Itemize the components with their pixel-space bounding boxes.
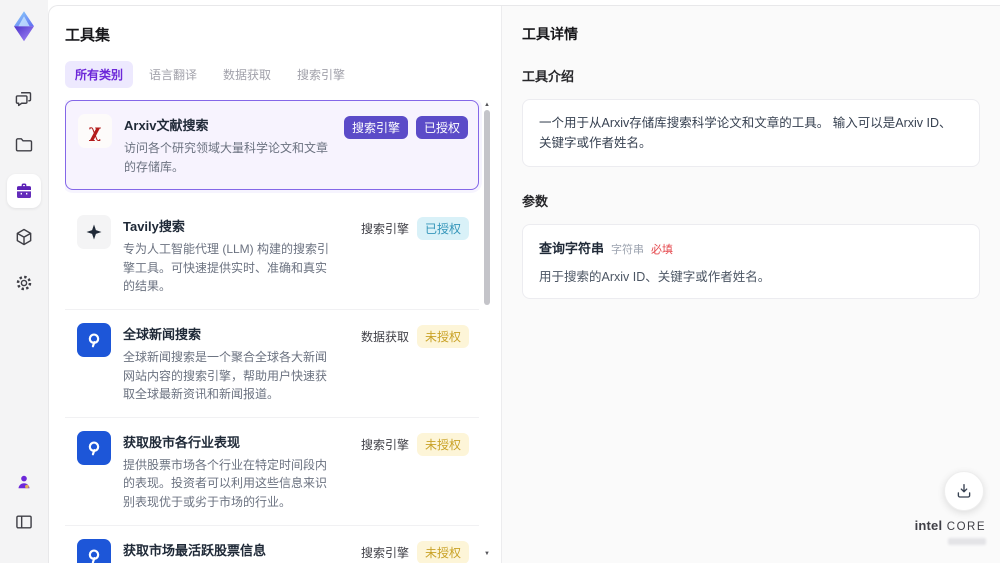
details-title: 工具详情	[522, 26, 578, 42]
intro-heading: 工具介绍	[522, 69, 575, 84]
category-tab[interactable]: 所有类别	[65, 61, 134, 88]
intel-core-logo: intel CORE	[915, 517, 986, 545]
param-item: 查询字符串 字符串 必填 用于搜索的Arxiv ID、关键字或作者姓名。	[539, 238, 963, 285]
tool-category-tag: 搜索引擎	[360, 437, 409, 452]
tool-list-wrap: χ Arxiv文献搜索 访问各个研究领域大量科学论文和文章的存储库。 搜索引擎 …	[65, 100, 491, 563]
toolbox-icon[interactable]	[7, 174, 41, 208]
category-tab[interactable]: 数据获取	[213, 61, 281, 88]
tool-list-item[interactable]: 全球新闻搜索 全球新闻搜索是一个聚合全球各大新闻网站内容的搜索引擎，帮助用户快速…	[65, 309, 479, 418]
tavily-star-icon	[77, 215, 111, 250]
blue-q-app-icon	[77, 430, 111, 465]
tool-auth-badge: 未授权	[416, 540, 469, 563]
param-type: 字符串	[611, 244, 645, 256]
main-content: 工具集 所有类别 语言翻译 数据获取 搜索引擎 χ Arxiv文献搜索 访问各个研究领…	[48, 5, 1000, 563]
blurred-badge	[948, 538, 986, 545]
intro-text: 一个用于从Arxiv存储库搜索科学论文和文章的工具。 输入可以是Arxiv ID…	[539, 116, 952, 150]
tool-description: 全球新闻搜索是一个聚合全球各大新闻网站内容的搜索引擎，帮助用户快速获取全球最新资…	[123, 349, 328, 402]
blue-q-app-icon	[77, 538, 111, 563]
tool-list-item[interactable]: Tavily搜索 专为人工智能代理 (LLM) 构建的搜索引擎工具。可快速提供实…	[65, 202, 479, 310]
tool-name: 全球新闻搜索	[123, 326, 202, 342]
tool-auth-badge: 已授权	[415, 116, 468, 139]
tool-description: 访问各个研究领域大量科学论文和文章的存储库。	[124, 141, 329, 174]
param-required-label: 必填	[651, 244, 674, 256]
tool-description: 专为人工智能代理 (LLM) 构建的搜索引擎工具。可快速提供实时、准确和真实的结…	[123, 242, 330, 294]
tool-list-item[interactable]: 获取市场最活跃股票信息 提供当天交易量最高的股票列表，投资者可以利用这些信息来识…	[65, 525, 479, 563]
panel-toggle-icon[interactable]	[7, 505, 41, 539]
tool-auth-badge: 已授权	[416, 217, 469, 241]
tool-list-item[interactable]: 获取股市各行业表现 提供股票市场各个行业在特定时间段内的表现。投资者可以利用这些…	[65, 417, 479, 526]
tool-auth-badge: 未授权	[416, 432, 469, 456]
user-avatar-icon[interactable]	[7, 465, 41, 499]
tool-name: 获取市场最活跃股票信息	[123, 542, 267, 558]
tool-name: Arxiv文献搜索	[124, 118, 209, 133]
arxiv-logo-icon: χ	[78, 114, 112, 148]
tool-category-tag: 数据获取	[360, 329, 409, 344]
scroll-down-icon[interactable]: ▼	[483, 551, 491, 557]
tool-list-panel: 工具集 所有类别 语言翻译 数据获取 搜索引擎 χ Arxiv文献搜索 访问各个研究领…	[49, 6, 501, 563]
tool-name: Tavily搜索	[123, 219, 185, 235]
param-name: 查询字符串	[539, 241, 605, 256]
list-scrollbar[interactable]: ▲ ▼	[483, 102, 491, 557]
category-tabs: 所有类别 语言翻译 数据获取 搜索引擎	[65, 61, 491, 88]
blue-q-app-icon	[77, 322, 111, 357]
app-window: 工具集 所有类别 语言翻译 数据获取 搜索引擎 χ Arxiv文献搜索 访问各个研究领…	[0, 0, 1000, 563]
scroll-up-icon[interactable]: ▲	[483, 102, 491, 108]
tool-details-panel: 工具详情 工具介绍 一个用于从Arxiv存储库搜索科学论文和文章的工具。 输入可…	[501, 6, 1000, 563]
settings-icon[interactable]	[7, 266, 41, 300]
param-list: 查询字符串 字符串 必填 用于搜索的Arxiv ID、关键字或作者姓名。	[539, 238, 963, 285]
tool-list: χ Arxiv文献搜索 访问各个研究领域大量科学论文和文章的存储库。 搜索引擎 …	[65, 100, 479, 563]
tool-description: 提供股票市场各个行业在特定时间段内的表现。投资者可以利用这些信息来识别表现优于或…	[123, 457, 328, 509]
folder-icon[interactable]	[7, 128, 41, 162]
brand-core: CORE	[946, 521, 986, 533]
tool-auth-badge: 未授权	[416, 324, 469, 348]
intro-card: 一个用于从Arxiv存储库搜索科学论文和文章的工具。 输入可以是Arxiv ID…	[522, 99, 980, 167]
cube-icon[interactable]	[7, 220, 41, 254]
download-button[interactable]	[944, 471, 984, 511]
tool-list-item[interactable]: χ Arxiv文献搜索 访问各个研究领域大量科学论文和文章的存储库。 搜索引擎 …	[65, 100, 479, 191]
brand-intel: intel	[914, 518, 943, 533]
params-heading: 参数	[522, 194, 549, 209]
tool-category-tag: 搜索引擎	[360, 222, 409, 237]
tool-category-tag: 搜索引擎	[360, 545, 409, 560]
tool-category-tag: 搜索引擎	[343, 116, 408, 139]
category-tab[interactable]: 语言翻译	[139, 61, 207, 88]
page-title: 工具集	[65, 27, 111, 44]
param-description: 用于搜索的Arxiv ID、关键字或作者姓名。	[539, 270, 771, 284]
params-card: 查询字符串 字符串 必填 用于搜索的Arxiv ID、关键字或作者姓名。	[522, 224, 980, 299]
scrollbar-thumb[interactable]	[484, 110, 490, 305]
app-logo-icon[interactable]	[9, 10, 39, 42]
tool-name: 获取股市各行业表现	[123, 434, 241, 450]
sidebar	[0, 0, 48, 563]
chat-icon[interactable]	[7, 82, 41, 116]
category-tab[interactable]: 搜索引擎	[287, 61, 355, 88]
